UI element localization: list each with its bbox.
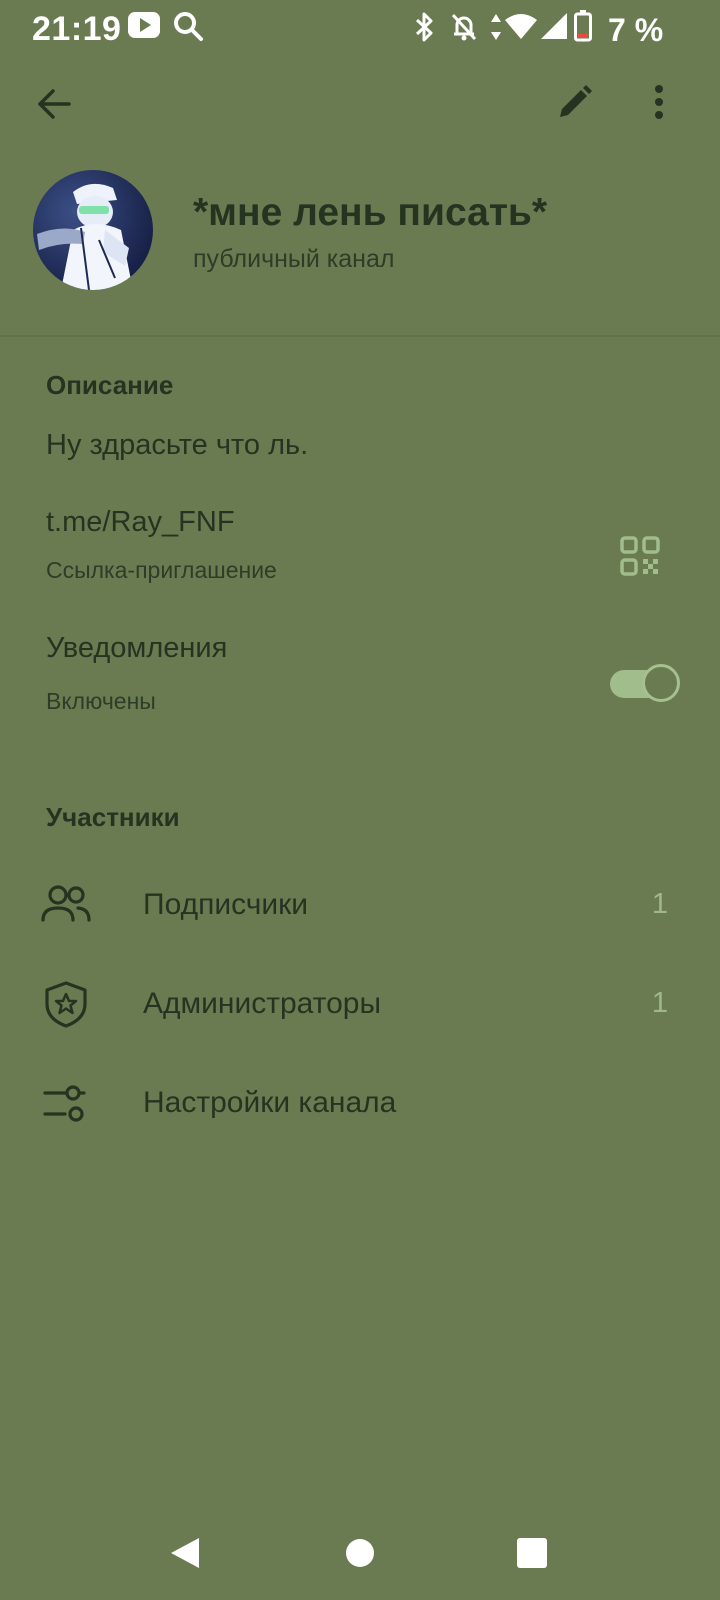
administrators-label: Администраторы	[143, 987, 382, 1020]
avatar[interactable]	[33, 170, 153, 290]
channel-settings-label: Настройки канала	[143, 1086, 397, 1119]
invite-link: t.me/Ray_FNF	[46, 506, 235, 538]
back-button[interactable]	[26, 76, 82, 132]
nav-back-icon	[171, 1538, 199, 1568]
description-title: Описание	[46, 370, 174, 400]
channel-settings-item[interactable]: Настройки канала	[0, 1056, 720, 1152]
battery-percent: 7 %	[608, 12, 664, 48]
search-icon	[174, 12, 203, 41]
nav-recents-button[interactable]	[497, 1518, 567, 1588]
nav-back-button[interactable]	[150, 1518, 220, 1588]
invite-link-item[interactable]: t.me/Ray_FNF Ссылка-приглашение	[0, 494, 600, 594]
nav-home-icon	[346, 1539, 374, 1567]
signal-icon	[541, 13, 567, 39]
qr-code-icon	[620, 536, 660, 576]
data-arrows-icon	[491, 14, 501, 40]
shield-star-icon	[45, 981, 87, 1028]
notifications-label: Уведомления	[46, 632, 228, 664]
bluetooth-icon	[415, 12, 433, 42]
description-text: Ну здрасьте что ль.	[46, 429, 309, 461]
subscribers-label: Подписчики	[143, 888, 309, 921]
edit-button[interactable]	[547, 74, 603, 130]
channel-subtitle: публичный канал	[193, 245, 395, 273]
battery-icon	[574, 10, 592, 42]
header-divider	[0, 335, 720, 337]
users-icon	[41, 885, 91, 922]
notifications-status: Включены	[46, 688, 156, 714]
arrow-left-icon	[38, 89, 71, 119]
qr-code-button[interactable]	[612, 528, 668, 584]
bell-off-icon	[451, 13, 477, 41]
nav-recents-icon	[517, 1538, 547, 1568]
subscribers-item[interactable]: Подписчики 1	[0, 858, 720, 954]
notifications-toggle[interactable]	[610, 664, 680, 702]
pencil-icon	[560, 85, 592, 117]
administrators-count: 1	[651, 987, 668, 1019]
toggle-thumb	[642, 664, 680, 702]
participants-title: Участники	[46, 802, 180, 832]
nav-home-button[interactable]	[325, 1518, 395, 1588]
subscribers-count: 1	[651, 888, 668, 920]
sliders-icon	[43, 1085, 86, 1122]
more-options-button[interactable]	[631, 74, 687, 130]
channel-title: *мне лень писать*	[193, 191, 548, 234]
more-vertical-icon	[655, 85, 663, 119]
youtube-icon	[128, 12, 160, 38]
administrators-item[interactable]: Администраторы 1	[0, 957, 720, 1053]
status-time: 21:19	[32, 10, 122, 48]
invite-link-caption: Ссылка-приглашение	[46, 557, 277, 583]
wifi-icon	[505, 14, 537, 39]
